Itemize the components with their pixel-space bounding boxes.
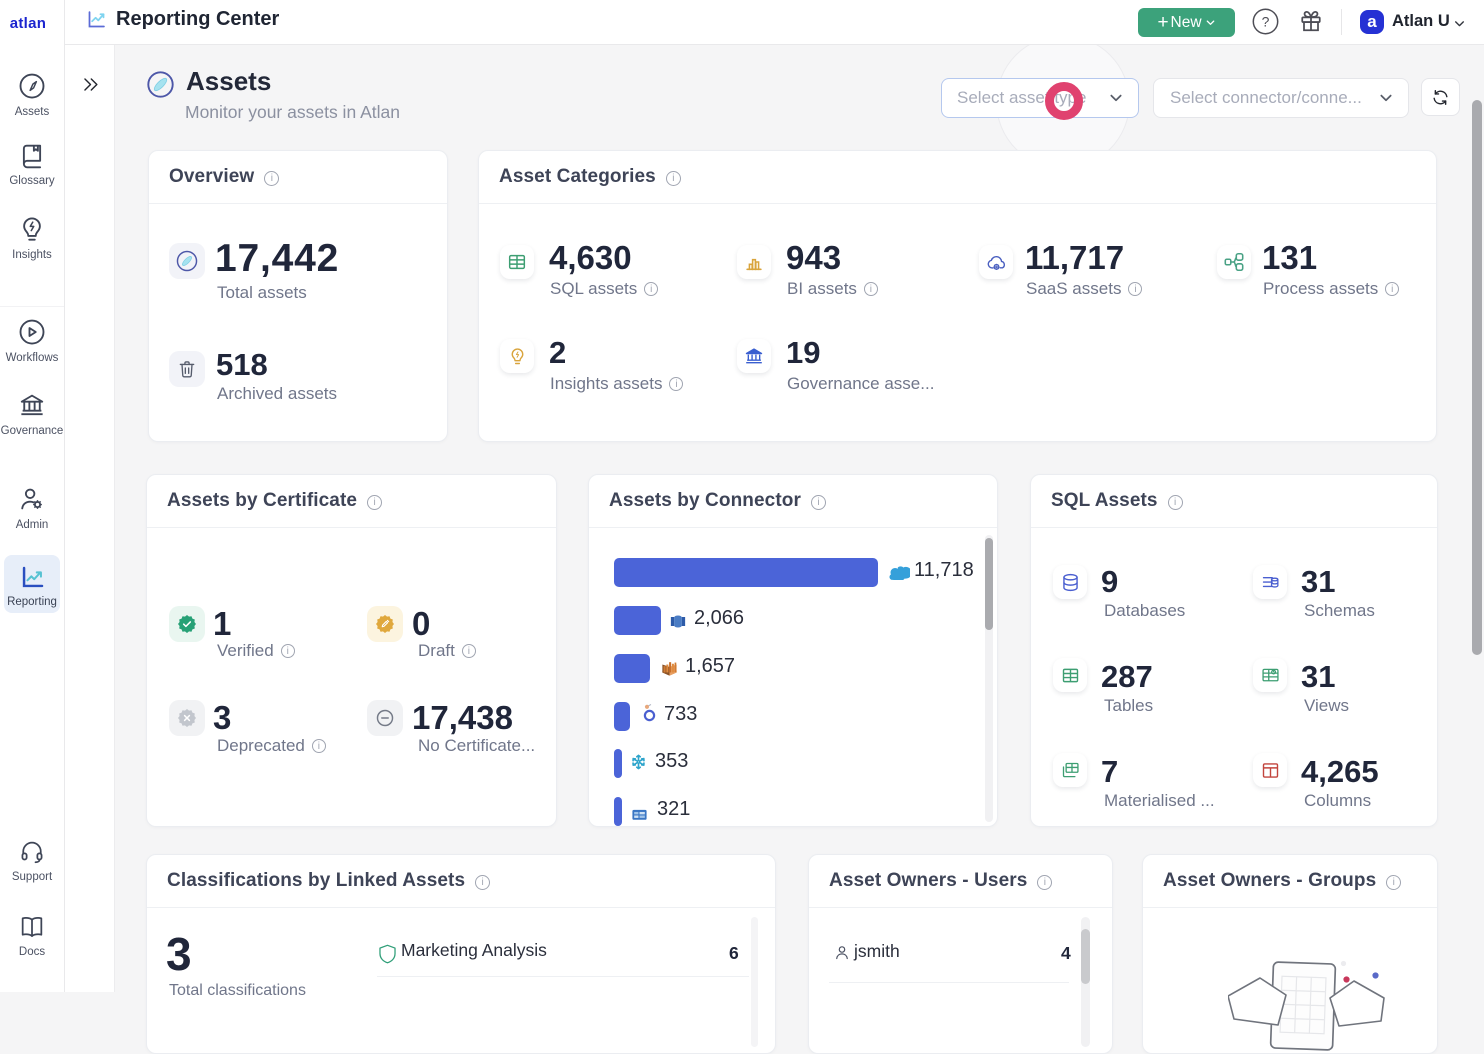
svg-text:?: ? (1262, 14, 1270, 30)
